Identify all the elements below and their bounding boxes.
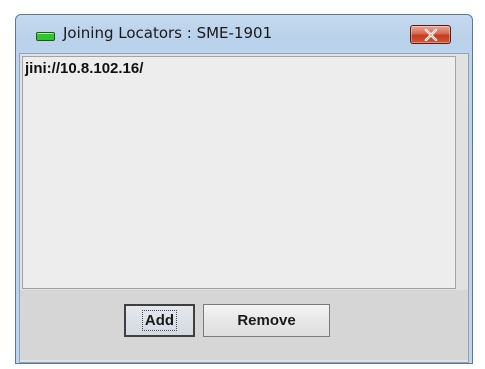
remove-button-label: Remove [237,312,296,329]
dialog-content: jini://10.8.102.16/ Add Remove [19,53,469,363]
close-icon [424,28,437,41]
remove-button[interactable]: Remove [203,304,330,337]
add-button[interactable]: Add [124,304,195,337]
close-button[interactable] [410,25,451,44]
add-button-label: Add [141,310,178,331]
button-bar: Add Remove [20,290,468,360]
list-item[interactable]: jini://10.8.102.16/ [25,60,143,77]
window-title: Joining Locators : SME-1901 [63,24,273,42]
dialog-window: Joining Locators : SME-1901 jini://10.8.… [15,14,473,364]
locators-list[interactable]: jini://10.8.102.16/ [22,56,456,289]
green-led-icon [36,32,55,41]
